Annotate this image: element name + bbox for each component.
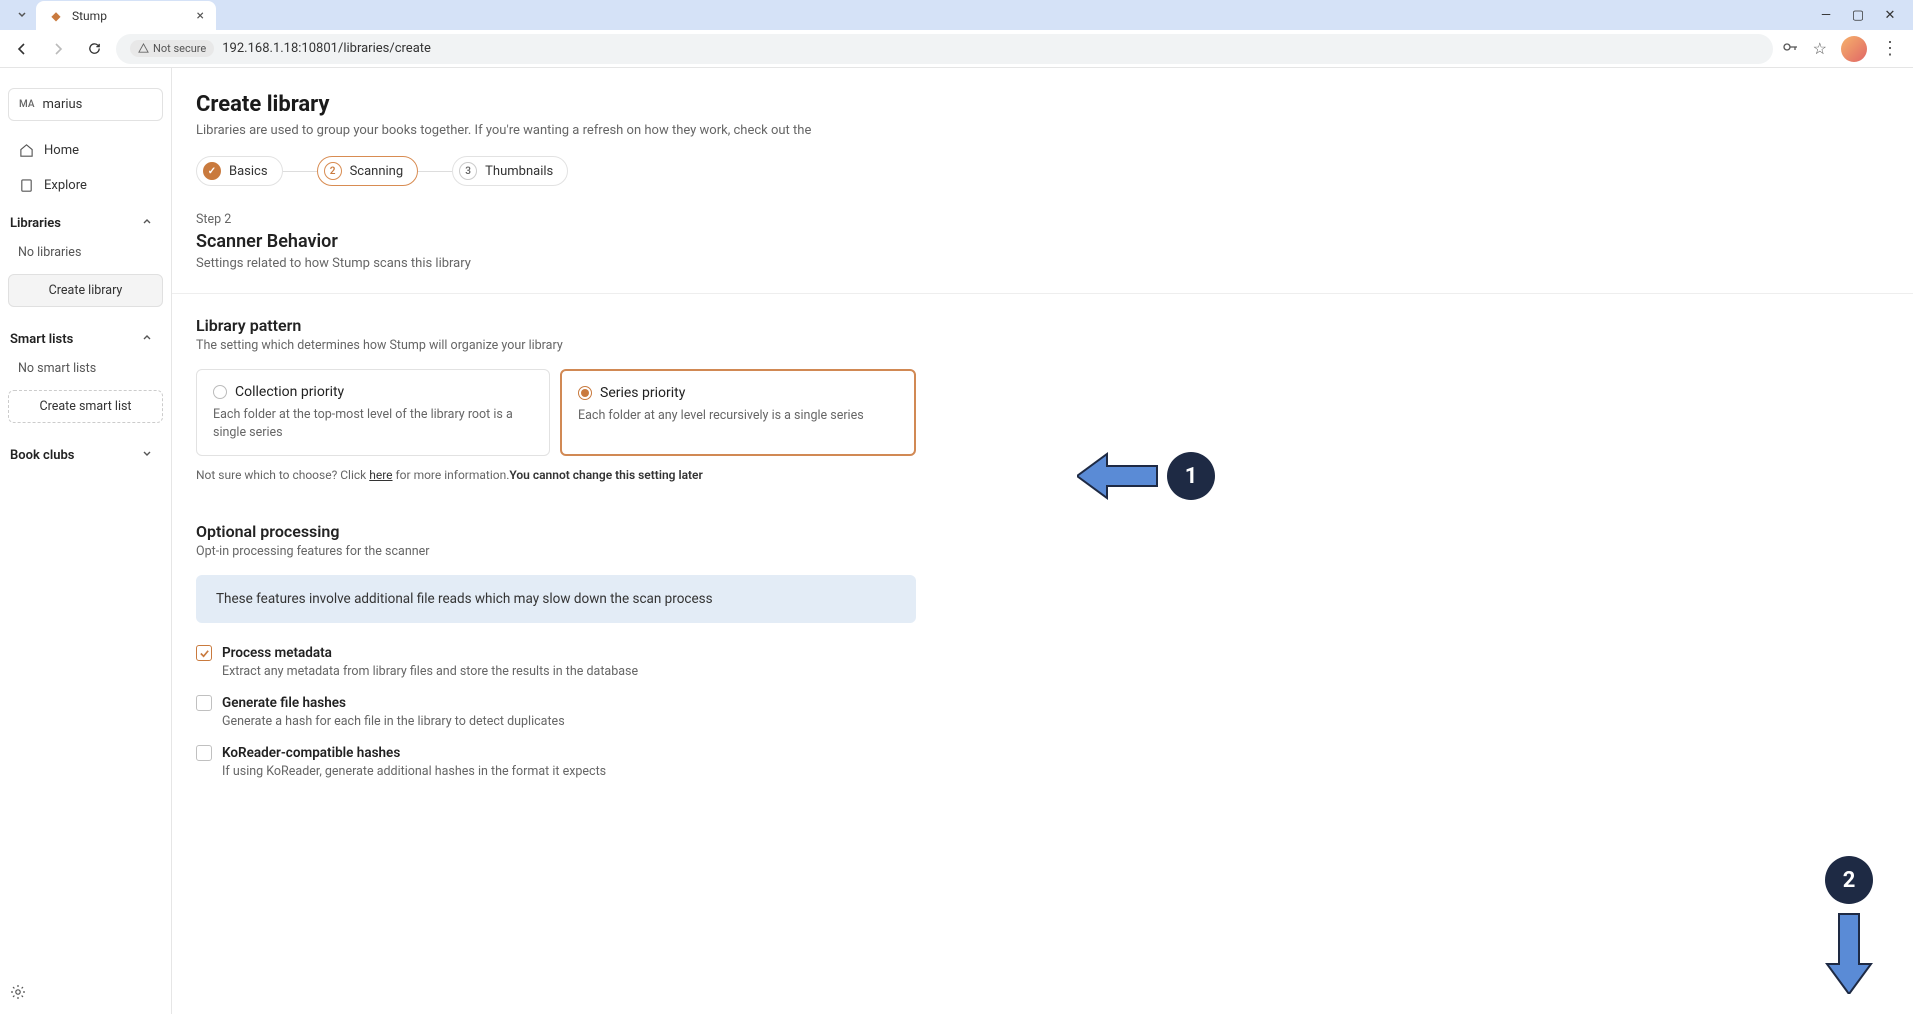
smartlists-empty-state: No smart lists: [8, 355, 163, 382]
pattern-help-text: Not sure which to choose? Click here for…: [196, 468, 1889, 482]
section-header-label: Libraries: [10, 216, 61, 231]
tab-bar: ◆ Stump ×: [8, 0, 1819, 31]
subsection-desc: The setting which determines how Stump w…: [196, 338, 1889, 353]
profile-avatar[interactable]: [1841, 36, 1867, 62]
checkbox-label: Generate file hashes: [222, 695, 346, 711]
subsection-title: Optional processing: [196, 522, 1889, 541]
subsection-desc: Opt-in processing features for the scann…: [196, 544, 1889, 559]
section-title: Scanner Behavior: [196, 231, 1889, 252]
page-subtitle: Libraries are used to group your books t…: [196, 123, 1889, 138]
sidebar-item-label: Explore: [44, 178, 87, 193]
step-basics[interactable]: ✓ Basics: [196, 156, 283, 186]
step-thumbnails[interactable]: 3 Thumbnails: [452, 156, 568, 186]
pattern-warning: You cannot change this setting later: [509, 468, 702, 482]
chevron-down-icon: [141, 447, 153, 463]
checkbox-desc: Generate a hash for each file in the lib…: [222, 714, 1889, 729]
step-number: 2: [324, 162, 342, 180]
radio-desc: Each folder at the top-most level of the…: [213, 406, 533, 441]
radio-icon: [213, 385, 227, 399]
checkbox-label: KoReader-compatible hashes: [222, 745, 400, 761]
sidebar-item-label: Home: [44, 143, 79, 158]
user-initials: MA: [19, 99, 34, 110]
check-icon: ✓: [203, 162, 221, 180]
sidebar: MA marius Home Explore Libraries No libr…: [0, 68, 172, 1014]
tab-dropdown-icon[interactable]: [8, 4, 36, 27]
checkbox-file-hashes[interactable]: Generate file hashes Generate a hash for…: [196, 695, 1889, 729]
url-text: 192.168.1.18:10801/libraries/create: [222, 41, 431, 56]
close-tab-icon[interactable]: ×: [197, 8, 204, 24]
sidebar-section-smartlists[interactable]: Smart lists: [8, 321, 163, 351]
tab-title: Stump: [72, 9, 189, 23]
section-header-label: Book clubs: [10, 448, 74, 463]
chevron-up-icon: [141, 331, 153, 347]
step-counter: Step 2: [196, 212, 1889, 227]
stump-favicon-icon: ◆: [48, 8, 64, 24]
checkbox-desc: If using KoReader, generate additional h…: [222, 764, 1889, 779]
forward-button[interactable]: [44, 35, 72, 63]
divider: [172, 293, 1913, 294]
checkbox-desc: Extract any metadata from library files …: [222, 664, 1889, 679]
window-controls: — ▢ ✕: [1819, 8, 1905, 23]
library-pattern-radio-group: Collection priority Each folder at the t…: [196, 369, 916, 456]
step-label: Thumbnails: [485, 164, 553, 179]
bookmark-star-icon[interactable]: ☆: [1813, 39, 1827, 58]
stepper: ✓ Basics 2 Scanning 3 Thumbnails: [196, 156, 1889, 186]
step-number: 3: [459, 162, 477, 180]
step-connector: [283, 171, 317, 172]
create-smartlist-button[interactable]: Create smart list: [8, 390, 163, 423]
back-button[interactable]: [8, 35, 36, 63]
main-content: Create library Libraries are used to gro…: [172, 68, 1913, 1014]
maximize-icon[interactable]: ▢: [1851, 8, 1865, 23]
sidebar-item-home[interactable]: Home: [8, 135, 163, 166]
page-title: Create library: [196, 92, 1889, 117]
pattern-help-link[interactable]: here: [369, 468, 392, 482]
info-banner: These features involve additional file r…: [196, 575, 916, 623]
radio-label: Series priority: [600, 385, 685, 401]
checkbox-process-metadata[interactable]: Process metadata Extract any metadata fr…: [196, 645, 1889, 679]
step-scanning[interactable]: 2 Scanning: [317, 156, 419, 186]
checkbox-label: Process metadata: [222, 645, 332, 661]
checkbox-icon: [196, 695, 212, 711]
step-label: Scanning: [350, 164, 404, 179]
minimize-icon[interactable]: —: [1819, 8, 1833, 23]
settings-gear-icon[interactable]: [10, 984, 26, 1004]
step-label: Basics: [229, 164, 268, 179]
radio-label: Collection priority: [235, 384, 344, 400]
radio-collection-priority[interactable]: Collection priority Each folder at the t…: [196, 369, 550, 456]
user-name: marius: [42, 97, 82, 112]
reload-button[interactable]: [80, 35, 108, 63]
warning-icon: [138, 43, 149, 54]
user-chip[interactable]: MA marius: [8, 88, 163, 121]
close-window-icon[interactable]: ✕: [1883, 8, 1897, 23]
sidebar-item-explore[interactable]: Explore: [8, 170, 163, 201]
subsection-title: Library pattern: [196, 316, 1889, 335]
browser-menu-icon[interactable]: ⋮: [1881, 38, 1899, 59]
checkbox-icon: [196, 645, 212, 661]
checkbox-koreader-hashes[interactable]: KoReader-compatible hashes If using KoRe…: [196, 745, 1889, 779]
radio-series-priority[interactable]: Series priority Each folder at any level…: [560, 369, 916, 456]
sidebar-section-bookclubs[interactable]: Book clubs: [8, 437, 163, 467]
sidebar-section-libraries[interactable]: Libraries: [8, 205, 163, 235]
not-secure-badge[interactable]: Not secure: [130, 40, 214, 57]
create-library-button[interactable]: Create library: [8, 274, 163, 307]
browser-titlebar: ◆ Stump × — ▢ ✕: [0, 0, 1913, 30]
checkbox-icon: [196, 745, 212, 761]
step-connector: [418, 171, 452, 172]
radio-desc: Each folder at any level recursively is …: [578, 407, 898, 425]
libraries-empty-state: No libraries: [8, 239, 163, 266]
address-bar[interactable]: Not secure 192.168.1.18:10801/libraries/…: [116, 34, 1773, 64]
section-desc: Settings related to how Stump scans this…: [196, 256, 1889, 271]
home-icon: [18, 143, 34, 158]
browser-toolbar: Not secure 192.168.1.18:10801/libraries/…: [0, 30, 1913, 68]
chevron-up-icon: [141, 215, 153, 231]
section-header-label: Smart lists: [10, 332, 73, 347]
not-secure-label: Not secure: [153, 42, 206, 55]
password-key-icon[interactable]: [1781, 38, 1799, 60]
browser-tab[interactable]: ◆ Stump ×: [36, 1, 216, 31]
book-icon: [18, 178, 34, 193]
radio-icon: [578, 386, 592, 400]
